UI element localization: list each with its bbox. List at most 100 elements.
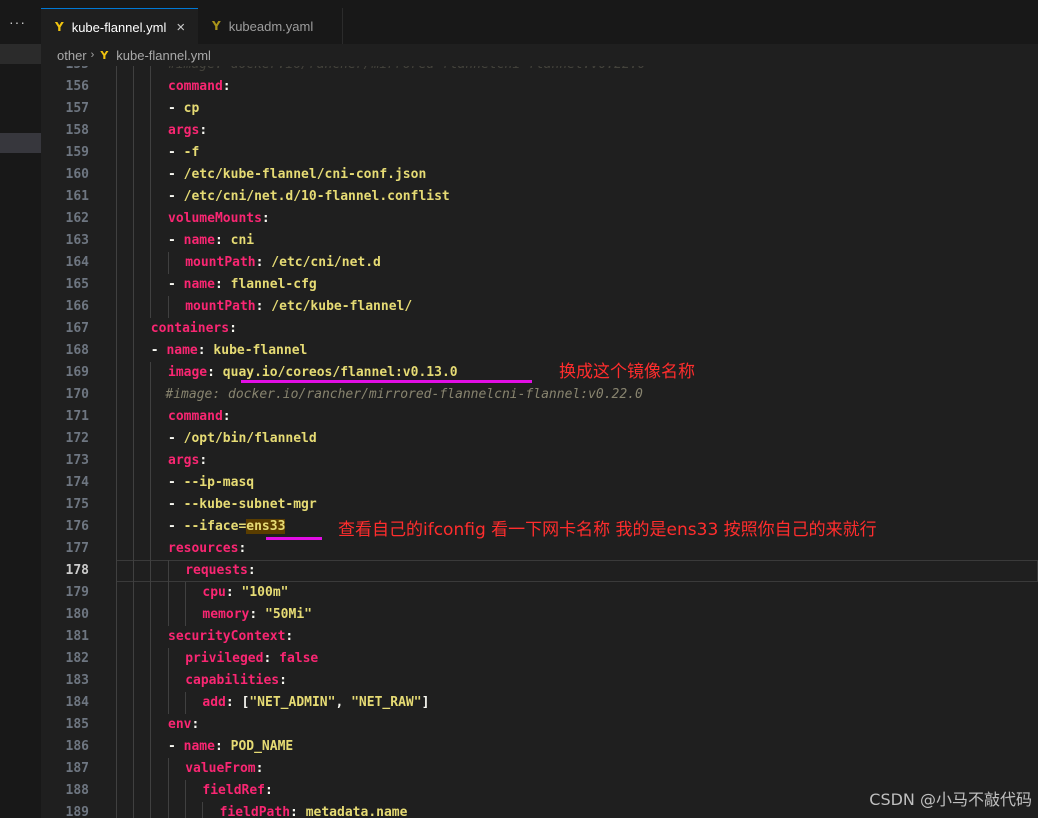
code-token: /etc/kube-flannel/	[271, 299, 413, 314]
code-line[interactable]: 155 #image: docker.io/rancher/mirrored-fl…	[41, 66, 1038, 76]
code-line[interactable]: 172 - /opt/bin/flanneld	[41, 428, 1038, 450]
indent-guide	[133, 164, 135, 186]
line-number: 159	[65, 145, 89, 160]
code-token: :	[285, 629, 294, 644]
code-line[interactable]: 164 mountPath: /etc/cni/net.d	[41, 252, 1038, 274]
code-line[interactable]: 161 - /etc/cni/net.d/10-flannel.conflist	[41, 186, 1038, 208]
code-line[interactable]: 166 mountPath: /etc/kube-flannel/	[41, 296, 1038, 318]
highlighted-token: ens33	[246, 519, 286, 534]
indent-guide	[116, 120, 117, 142]
code-token: :	[214, 739, 231, 754]
code-token: privileged	[185, 651, 264, 666]
code-token: POD_NAME	[230, 739, 294, 754]
code-token: fieldPath	[219, 805, 291, 818]
line-number: 177	[65, 541, 89, 556]
code-line[interactable]: 175 - --kube-subnet-mgr	[41, 494, 1038, 516]
sidebar-item-other[interactable]	[0, 44, 41, 64]
code-token: env	[168, 717, 192, 732]
indent-guide	[116, 362, 117, 384]
code-text: - cp	[168, 98, 199, 120]
indent-guide	[150, 274, 152, 296]
line-number: 163	[65, 233, 89, 248]
code-line[interactable]: 180 memory: "50Mi"	[41, 604, 1038, 626]
tab-kube-flannel[interactable]: Y kube-flannel.yml ×	[41, 8, 198, 45]
indent-guide	[116, 318, 117, 340]
indent-guide	[150, 384, 152, 406]
code-line[interactable]: 168 - name: kube-flannel	[41, 340, 1038, 362]
close-icon[interactable]: ×	[176, 19, 185, 36]
breadcrumb-file[interactable]: kube-flannel.yml	[116, 48, 211, 63]
indent-guide	[133, 274, 135, 296]
line-number: 189	[65, 805, 89, 818]
code-line[interactable]: 184 add: ["NET_ADMIN", "NET_RAW"]	[41, 692, 1038, 714]
code-token: quay.io/coreos/flannel:v0.13.0	[222, 365, 458, 380]
indent-guide	[133, 560, 135, 582]
code-line[interactable]: 171 command:	[41, 406, 1038, 428]
indent-guide	[150, 230, 152, 252]
indent-guide	[116, 670, 117, 692]
code-line[interactable]: 159 - -f	[41, 142, 1038, 164]
code-token: :	[238, 541, 247, 556]
code-line[interactable]: 185 env:	[41, 714, 1038, 736]
code-text: securityContext:	[168, 626, 293, 648]
indent-guide	[133, 626, 135, 648]
indent-guide	[116, 626, 117, 648]
indent-guide	[116, 648, 117, 670]
tab-label: kubeadm.yaml	[228, 18, 314, 34]
code-line[interactable]: 173 args:	[41, 450, 1038, 472]
code-line[interactable]: 158 args:	[41, 120, 1038, 142]
code-line[interactable]: 187 valueFrom:	[41, 758, 1038, 780]
indent-guide	[167, 758, 169, 780]
code-line[interactable]: 165 - name: flannel-cfg	[41, 274, 1038, 296]
indent-guide	[133, 384, 135, 406]
code-token: cni	[230, 233, 255, 248]
chevron-right-icon: ›	[90, 49, 95, 61]
code-token: :	[214, 233, 231, 248]
code-text: - name: cni	[168, 230, 254, 252]
code-token: :	[265, 783, 273, 798]
line-number: 178	[65, 563, 89, 578]
indent-guide	[150, 692, 152, 714]
code-line[interactable]: 169 image: quay.io/coreos/flannel:v0.13.0	[41, 362, 1038, 384]
code-text: - name: flannel-cfg	[168, 274, 317, 296]
indent-guide	[150, 780, 152, 802]
code-line[interactable]: 186 - name: POD_NAME	[41, 736, 1038, 758]
code-line[interactable]: 177 resources:	[41, 538, 1038, 560]
code-token: flannel-cfg	[230, 277, 317, 292]
breadcrumb-folder[interactable]: other	[57, 48, 87, 63]
code-line[interactable]: 157 - cp	[41, 98, 1038, 120]
code-line[interactable]: 156 command:	[41, 76, 1038, 98]
code-editor[interactable]: 155 #image: docker.io/rancher/mirrored-fl…	[41, 66, 1038, 818]
code-line[interactable]: 178 requests:	[41, 560, 1038, 582]
code-text: privileged: false	[185, 648, 318, 670]
indent-guide	[116, 560, 117, 582]
code-line[interactable]: 179 cpu: "100m"	[41, 582, 1038, 604]
code-token: -f	[183, 145, 200, 160]
code-line[interactable]: 160 - /etc/kube-flannel/cni-conf.json	[41, 164, 1038, 186]
code-text: - name: POD_NAME	[168, 736, 293, 758]
code-line[interactable]: 182 privileged: false	[41, 648, 1038, 670]
indent-guide	[133, 758, 135, 780]
code-token: :	[229, 321, 237, 336]
code-token: cp	[183, 101, 200, 116]
indent-guide	[133, 736, 135, 758]
code-line[interactable]: 170 #image: docker.io/rancher/mirrored-fl…	[41, 384, 1038, 406]
code-line[interactable]: 174 - --ip-masq	[41, 472, 1038, 494]
indent-guide	[150, 538, 152, 560]
code-line[interactable]: 181 securityContext:	[41, 626, 1038, 648]
sidebar-item-selected[interactable]	[0, 133, 41, 153]
indent-guide	[116, 208, 117, 230]
indent-guide	[116, 406, 117, 428]
more-actions-icon[interactable]: ···	[9, 14, 26, 30]
code-line[interactable]: 167 containers:	[41, 318, 1038, 340]
code-line[interactable]: 162 volumeMounts:	[41, 208, 1038, 230]
indent-guide	[150, 736, 152, 758]
indent-guide	[116, 582, 117, 604]
tab-label: kube-flannel.yml	[71, 19, 167, 35]
code-line[interactable]: 163 - name: cni	[41, 230, 1038, 252]
code-token: :	[255, 299, 272, 314]
indent-guide	[133, 802, 135, 818]
code-token: /opt/bin/flanneld	[183, 431, 317, 446]
code-line[interactable]: 183 capabilities:	[41, 670, 1038, 692]
tab-kubeadm[interactable]: Y kubeadm.yaml	[198, 8, 343, 44]
